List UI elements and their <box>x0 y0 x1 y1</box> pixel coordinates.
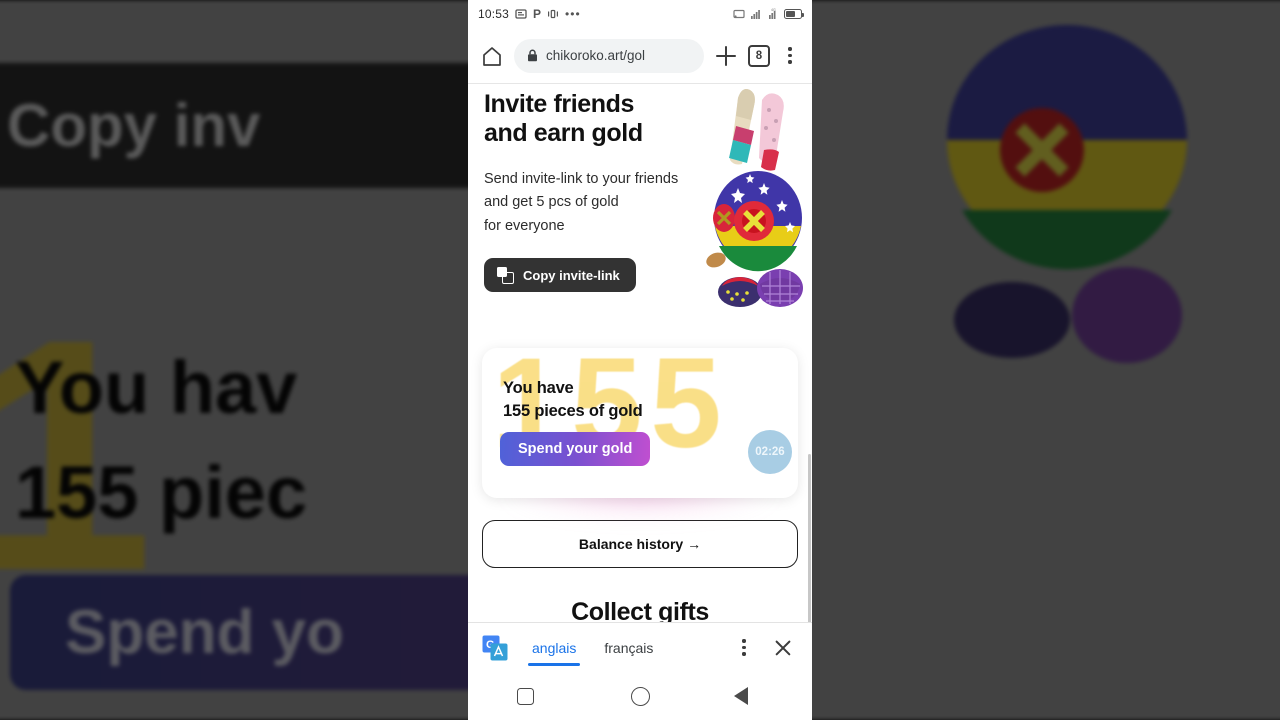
target-language-label: français <box>604 640 653 656</box>
balance-history-label: Balance history → <box>579 536 701 552</box>
battery-icon <box>784 9 802 19</box>
title-line-2: and earn gold <box>484 119 643 147</box>
close-icon[interactable] <box>768 633 798 663</box>
triangle-back-icon[interactable] <box>748 687 763 705</box>
screenshot-icon <box>515 8 527 20</box>
gold-balance-headline: You have 155 pieces of gold <box>503 377 642 423</box>
background-copy-button: Copy inv <box>0 63 468 188</box>
background-spend-button: Spend yo <box>10 575 468 690</box>
phone-screen: 10:53 P ••• <box>468 0 812 720</box>
android-navigation-bar <box>468 672 812 720</box>
background-copy-label: Copy inv <box>7 91 260 160</box>
background-blur-left: Copy inv 1 You hav 155 piec Spend yo <box>0 0 468 720</box>
balance-line-1: You have <box>503 379 574 397</box>
circle-home-icon[interactable] <box>631 687 650 706</box>
balance-line-2: 155 pieces of gold <box>503 402 642 420</box>
description-line-1: Send invite-link to your friends <box>484 171 678 187</box>
background-spend-label: Spend yo <box>65 597 344 668</box>
more-notifications-icon: ••• <box>565 7 581 21</box>
tab-count-button[interactable]: 8 <box>748 45 770 67</box>
lock-icon <box>527 49 538 62</box>
browser-toolbar: chikoroko.art/gol 8 <box>468 28 812 84</box>
vibrate-icon <box>547 8 559 20</box>
home-icon[interactable] <box>480 44 504 68</box>
cast-icon <box>733 8 745 20</box>
description-line-2: and get 5 pcs of gold <box>484 194 619 210</box>
background-art-toy-illustration <box>892 0 1222 390</box>
invite-hero-section: Invite friends and earn gold Send invite… <box>468 84 812 334</box>
background-headline-2: 155 piec <box>15 450 307 535</box>
background-headline-1: You hav <box>15 345 297 430</box>
timer-badge: 02:26 <box>748 430 792 474</box>
screenshot-stage: Copy inv 1 You hav 155 piec Spend yo <box>0 0 1280 720</box>
google-translate-icon: G <box>482 635 508 661</box>
tab-source-language[interactable]: anglais <box>518 623 590 673</box>
description-line-3: for everyone <box>484 218 565 234</box>
balance-history-section: Balance history → <box>468 520 812 568</box>
hero-description: Send invite-link to your friends and get… <box>484 168 714 238</box>
spend-your-gold-button[interactable]: Spend your gold <box>500 432 650 466</box>
gold-balance-section: 155 You have 155 pieces of gold Spend yo… <box>468 348 812 498</box>
square-recents-icon[interactable] <box>517 688 534 705</box>
page-scrollbar[interactable] <box>808 454 811 644</box>
address-bar[interactable]: chikoroko.art/gol <box>514 39 704 73</box>
kebab-menu-icon[interactable] <box>734 639 754 656</box>
gold-balance-card: 155 You have 155 pieces of gold Spend yo… <box>482 348 798 498</box>
art-toy-illustration <box>702 88 812 318</box>
svg-text:4G: 4G <box>771 8 776 12</box>
tab-target-language[interactable]: français <box>590 623 667 673</box>
status-bar: 10:53 P ••• <box>468 0 812 28</box>
parking-icon: P <box>533 8 541 20</box>
kebab-menu-icon[interactable] <box>780 47 800 64</box>
title-line-1: Invite friends <box>484 90 634 118</box>
url-text: chikoroko.art/gol <box>546 48 645 63</box>
signal-icon <box>750 8 762 20</box>
network-4g-icon: 4G <box>767 8 779 20</box>
background-blur-right: 5 02:26 <box>812 0 1280 720</box>
spend-your-gold-label: Spend your gold <box>518 441 632 457</box>
plus-icon[interactable] <box>714 44 738 68</box>
source-language-label: anglais <box>532 640 576 656</box>
copy-invite-link-label: Copy invite-link <box>523 268 620 283</box>
copy-icon <box>497 267 513 283</box>
google-translate-bar: G anglais français <box>468 622 812 672</box>
balance-history-button[interactable]: Balance history → <box>482 520 798 568</box>
timer-label: 02:26 <box>755 446 784 458</box>
background-gold-card: 1 You hav 155 piec Spend yo <box>0 300 468 720</box>
copy-invite-link-button[interactable]: Copy invite-link <box>484 258 636 292</box>
status-time: 10:53 <box>478 7 509 21</box>
